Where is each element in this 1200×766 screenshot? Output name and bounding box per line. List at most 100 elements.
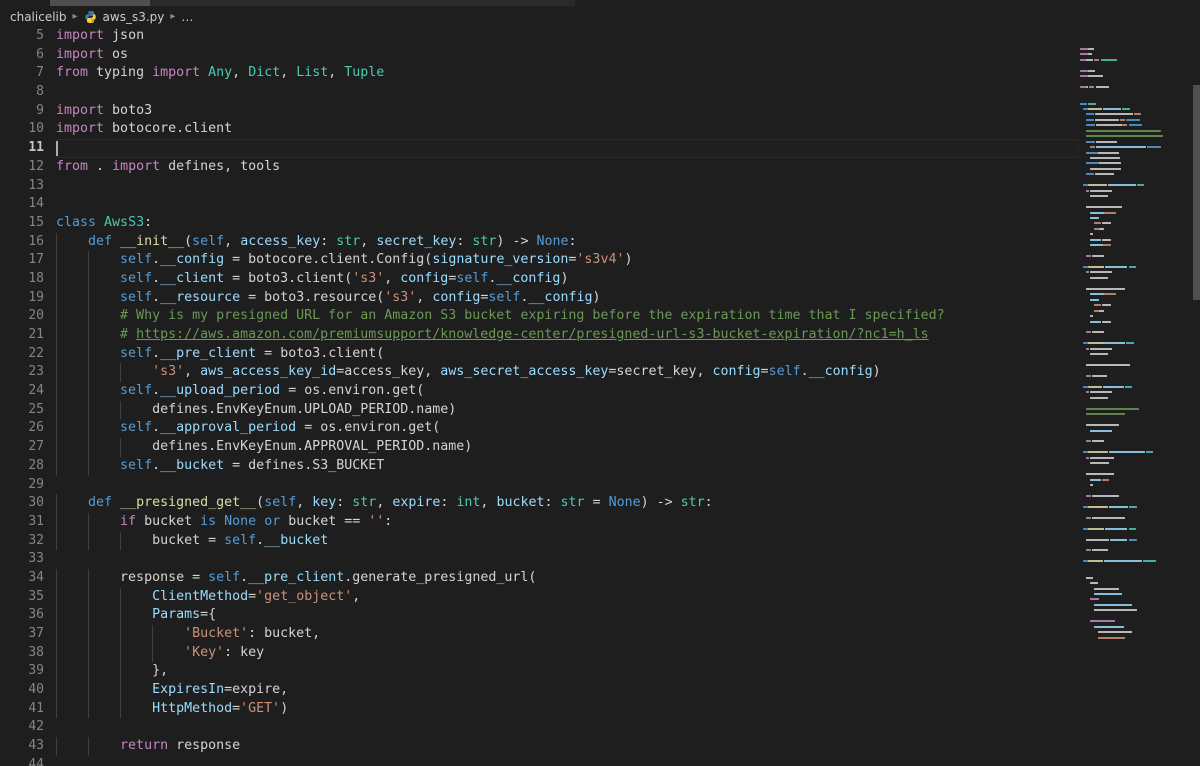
code-line[interactable]: 29 (0, 476, 1200, 495)
code-line[interactable]: 27 defines.EnvKeyEnum.APPROVAL_PERIOD.na… (0, 438, 1200, 457)
minimap-token (1099, 162, 1121, 165)
minimap-token (1080, 58, 1086, 61)
minimap-line (1079, 374, 1193, 378)
minimap-token (1090, 293, 1104, 296)
minimap-token (1092, 549, 1109, 552)
minimap-token (1093, 625, 1124, 628)
code-token: config (712, 364, 761, 380)
code-line[interactable]: 41 HttpMethod='GET') (0, 699, 1200, 719)
code-line[interactable]: 13 (0, 177, 1200, 196)
code-token: : (456, 233, 473, 249)
code-token: : key (224, 644, 265, 660)
code-line[interactable]: 14 (0, 195, 1200, 214)
code-token: = boto3.client( (224, 270, 353, 286)
code-line[interactable]: 6 import os (0, 46, 1200, 65)
code-line[interactable]: 32 bucket = self.__bucket (0, 531, 1200, 551)
code-line[interactable]: 43 return response (0, 737, 1200, 756)
vscode-editor-window: chalicelib ▸ aws_s3.py ▸ … 5 import json 6… (0, 0, 1200, 766)
line-number: 40 (28, 682, 44, 698)
minimap-line (1079, 429, 1193, 433)
code-token: response = (120, 569, 209, 585)
code-token: from (56, 65, 89, 81)
minimap-line (1079, 369, 1193, 373)
code-line[interactable]: 5 import json (0, 27, 1200, 46)
code-line[interactable]: 10 import botocore.client (0, 120, 1200, 139)
line-number: 42 (28, 719, 44, 735)
minimap-line (1079, 548, 1193, 552)
code-line[interactable]: 11 (0, 139, 1200, 158)
minimap-token (1129, 505, 1137, 508)
code-line[interactable]: 33 (0, 550, 1200, 569)
code-token: 'GET' (240, 700, 281, 716)
code-token: defines.EnvKeyEnum.APPROVAL_PERIOD.name) (152, 439, 473, 455)
code-line[interactable]: 18 self.__client = boto3.client('s3', co… (0, 269, 1200, 289)
comment-link[interactable]: https://aws.amazon.com/premiumsupport/kn… (136, 327, 929, 342)
code-token: self (192, 233, 225, 249)
line-number: 10 (28, 121, 44, 137)
code-token: ) -> (496, 233, 537, 249)
code-line[interactable]: 22 self.__pre_client = boto3.client( (0, 344, 1200, 364)
code-line[interactable]: 16 def __init__(self, access_key: str, s… (0, 232, 1200, 252)
code-line[interactable]: 7 from typing import Any, Dict, List, Tup… (0, 64, 1200, 83)
minimap-line (1079, 516, 1193, 520)
minimap-token (1086, 271, 1089, 274)
minimap-line (1079, 205, 1193, 209)
code-line[interactable]: 30 def __presigned_get__(self, key: str,… (0, 494, 1200, 513)
code-token: , (280, 65, 297, 81)
minimap-token (1095, 86, 1110, 89)
code-line[interactable]: 40 ExpiresIn=expire, (0, 681, 1200, 700)
code-line[interactable]: 44 (0, 756, 1200, 766)
code-line[interactable]: 19 self.__resource = boto3.resource('s3'… (0, 288, 1200, 308)
code-line[interactable]: 28 self.__bucket = defines.S3_BUCKET (0, 456, 1200, 476)
line-number: 5 (36, 28, 44, 43)
minimap-line (1079, 587, 1193, 591)
code-line[interactable]: 35 ClientMethod='get_object', (0, 587, 1200, 607)
minimap-line (1079, 200, 1193, 204)
code-line[interactable]: 36 Params={ (0, 606, 1200, 625)
code-line[interactable]: 9 import boto3 (0, 102, 1200, 121)
minimap-line (1079, 608, 1193, 612)
minimap-token (1086, 516, 1092, 519)
code-token: __presigned_get__ (120, 495, 257, 511)
minimap-token (1122, 107, 1130, 110)
minimap-line (1079, 118, 1193, 122)
minimap-token (1090, 167, 1122, 170)
vertical-scrollbar-thumb[interactable] (1193, 85, 1200, 300)
line-number: 21 (28, 327, 44, 342)
code-text: 'Bucket': bucket, (56, 625, 320, 644)
code-line[interactable]: 34 response = self.__pre_client.generate… (0, 568, 1200, 588)
code-token: , (232, 65, 249, 81)
code-token: . (152, 252, 161, 268)
code-editor[interactable]: 5 import json 6 import os 7 from typing impor… (0, 27, 1200, 766)
breadcrumb-item-file[interactable]: aws_s3.py (103, 10, 165, 24)
code-text: }, (56, 662, 168, 681)
code-line[interactable]: 21 # https://aws.amazon.com/premiumsuppo… (0, 326, 1200, 345)
code-line[interactable]: 8 (0, 83, 1200, 102)
code-line[interactable]: 31 if bucket is None or bucket == '': (0, 512, 1200, 532)
code-line[interactable]: 37 'Bucket': bucket, (0, 625, 1200, 644)
code-line[interactable]: 20 # Why is my presigned URL for an Amaz… (0, 307, 1200, 326)
code-lines-container[interactable]: 5 import json 6 import os 7 from typing impor… (0, 27, 1200, 766)
code-line[interactable]: 42 (0, 718, 1200, 737)
code-line[interactable]: 38 'Key': key (0, 643, 1200, 663)
breadcrumb-item-symbol[interactable]: … (181, 10, 194, 24)
breadcrumb-item-folder[interactable]: chalicelib (10, 10, 67, 24)
line-number: 34 (28, 569, 44, 585)
code-line[interactable]: 25 defines.EnvKeyEnum.UPLOAD_PERIOD.name… (0, 400, 1200, 420)
minimap[interactable] (1079, 27, 1193, 766)
vertical-scrollbar[interactable] (1193, 27, 1200, 766)
minimap-token (1090, 620, 1115, 623)
code-line[interactable]: 26 self.__approval_period = os.environ.g… (0, 419, 1200, 439)
minimap-line (1079, 630, 1193, 634)
code-line[interactable]: 23 's3', aws_access_key_id=access_key, a… (0, 363, 1200, 383)
minimap-token (1095, 124, 1122, 127)
code-line[interactable]: 15 class AwsS3: (0, 214, 1200, 233)
code-line[interactable]: 24 self.__upload_period = os.environ.get… (0, 382, 1200, 401)
minimap-token (1087, 102, 1097, 105)
code-line[interactable]: 12 from . import defines, tools (0, 158, 1200, 177)
code-line[interactable]: 17 self.__config = botocore.client.Confi… (0, 251, 1200, 270)
code-line[interactable]: 39 }, (0, 662, 1200, 682)
minimap-line (1079, 488, 1193, 492)
